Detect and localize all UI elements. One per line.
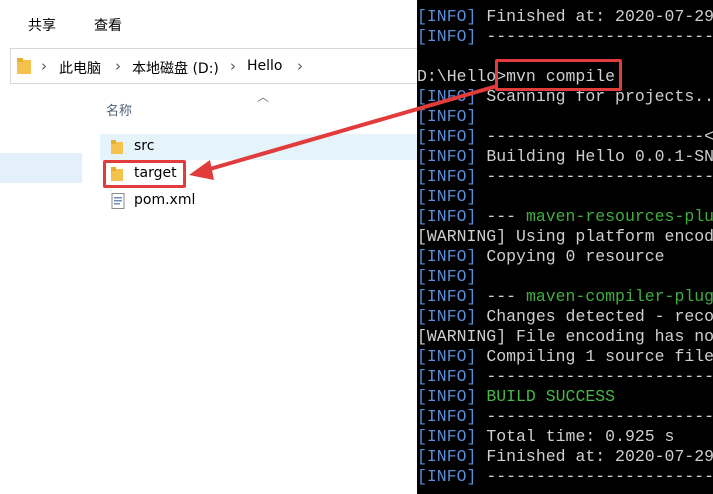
arrow-shaft xyxy=(202,84,498,173)
arrow-head xyxy=(189,160,214,180)
annotation-arrow xyxy=(189,84,498,180)
